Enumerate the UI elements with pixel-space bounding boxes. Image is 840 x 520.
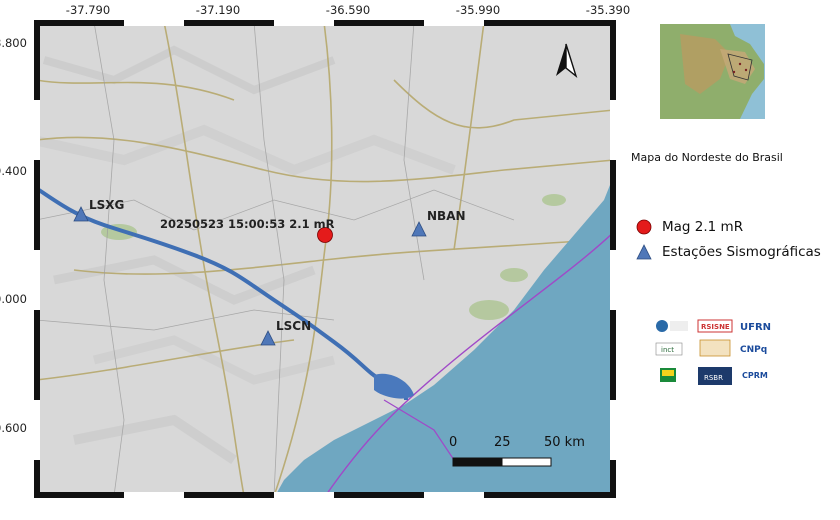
svg-text:UFRN: UFRN	[740, 322, 771, 333]
legend-label: Mag 2.1 mR	[662, 219, 744, 235]
inset-map	[660, 24, 765, 119]
scale-label: 50 km	[544, 435, 585, 450]
legend-item-stations: Estações Sismográficas	[636, 244, 821, 260]
left-tick-label: 8.800	[0, 36, 27, 50]
scale-label: 25	[494, 435, 511, 450]
scale-label: 0	[449, 435, 458, 450]
iag-logo	[699, 339, 731, 357]
legend-label: Estações Sismográficas	[662, 244, 821, 260]
map-canvas[interactable]: 20250523 15:00:53 2.1 mR LSXG NBAN LSCN	[34, 20, 616, 498]
top-tick-label: -35.990	[455, 3, 501, 17]
cnpq-logo: CNPq	[740, 345, 767, 355]
top-tick-label: -37.790	[65, 3, 111, 17]
svg-text:CPRM: CPRM	[742, 371, 768, 380]
top-tick-label: -37.190	[195, 3, 241, 17]
institution-logos: RSISNE UFRN inct CNPq RSBR CPRM	[655, 319, 771, 385]
left-tick-label: 0.600	[0, 421, 27, 435]
legend-item-event: Mag 2.1 mR	[636, 219, 743, 235]
rsisne-logo: RSISNE	[697, 319, 733, 333]
station-label: NBAN	[427, 209, 466, 223]
red-circle-icon	[636, 219, 652, 235]
scale-bar	[452, 457, 552, 467]
ufrn-logo: UFRN	[740, 322, 771, 333]
cprm-logo: CPRM	[742, 371, 768, 380]
rsbr-logo: RSBR	[698, 367, 732, 385]
blue-triangle-icon	[636, 244, 652, 260]
inset-caption: Mapa do Nordeste do Brasil	[631, 151, 783, 164]
event-label: 20250523 15:00:53 2.1 mR	[160, 217, 335, 231]
svg-text:inct: inct	[661, 346, 674, 354]
station-label: LSCN	[276, 319, 311, 333]
svg-text:RSISNE: RSISNE	[701, 323, 730, 331]
svg-text:RSBR: RSBR	[704, 374, 723, 382]
petrobras-logo	[660, 368, 676, 382]
top-tick-label: -36.590	[325, 3, 371, 17]
left-tick-label: 9.400	[0, 164, 27, 178]
labsis-logo	[656, 320, 688, 332]
inct-logo: inct	[655, 342, 683, 356]
top-tick-label: -35.390	[585, 3, 631, 17]
station-label: LSXG	[89, 198, 124, 212]
svg-text:CNPq: CNPq	[740, 345, 767, 355]
left-tick-label: 0.000	[0, 292, 27, 306]
